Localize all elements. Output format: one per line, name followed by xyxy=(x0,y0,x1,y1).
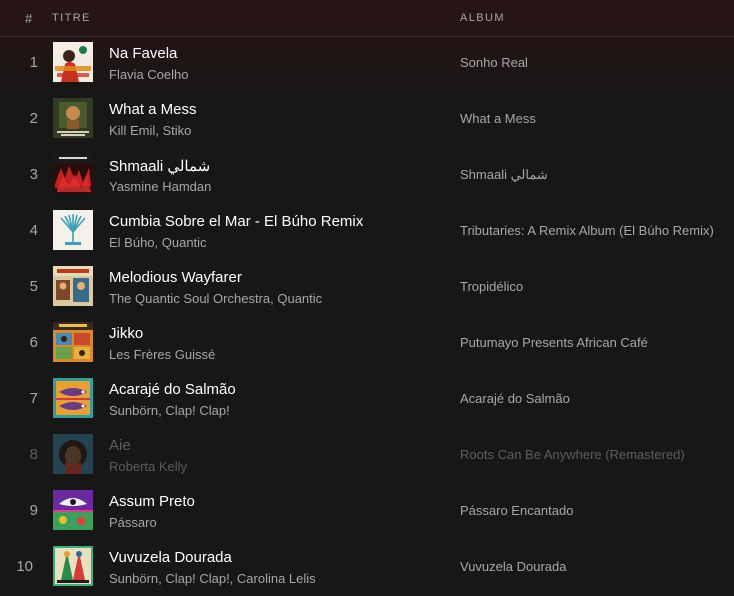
track-title[interactable]: Vuvuzela Dourada xyxy=(109,549,232,566)
track-album[interactable]: Tropidélico xyxy=(460,279,722,294)
track-row[interactable]: 1 Na Favela Flavia Coelho Sonho Real xyxy=(0,34,734,90)
track-artist[interactable]: Flavia Coelho xyxy=(109,67,189,82)
column-header-album[interactable]: ALBUM xyxy=(460,12,505,24)
album-cover-vuvuzela xyxy=(53,546,93,586)
track-row[interactable]: 5 Melodious Wayfarer The Quantic Soul Or… xyxy=(0,258,734,314)
track-album[interactable]: Acarajé do Salmão xyxy=(460,391,722,406)
tracklist: 1 Na Favela Flavia Coelho Sonho Real 2 W… xyxy=(0,34,734,594)
track-number: 8 xyxy=(29,446,38,463)
album-cover-passaro xyxy=(53,490,93,530)
track-row[interactable]: 8 Aie Roberta Kelly Roots Can Be Anywher… xyxy=(0,426,734,482)
track-title[interactable]: Shmaali شمالي xyxy=(109,157,210,175)
track-artist[interactable]: Sunbörn, Clap! Clap! xyxy=(109,403,230,418)
track-album[interactable]: Pássaro Encantado xyxy=(460,503,722,518)
track-number: 3 xyxy=(29,166,38,183)
album-cover-tributaries xyxy=(53,210,93,250)
album-cover-sonho-real xyxy=(53,42,93,82)
track-artist[interactable]: Les Frères Guissé xyxy=(109,347,215,362)
track-title[interactable]: Acarajé do Salmão xyxy=(109,381,236,398)
track-title[interactable]: Cumbia Sobre el Mar - El Búho Remix xyxy=(109,213,363,230)
track-number: 7 xyxy=(29,390,38,407)
album-cover-tropidelico xyxy=(53,266,93,306)
track-number: 6 xyxy=(29,334,38,351)
track-number: 9 xyxy=(29,502,38,519)
album-cover-shmaali xyxy=(53,154,93,194)
track-title[interactable]: Aie xyxy=(109,437,131,454)
track-artist[interactable]: The Quantic Soul Orchestra, Quantic xyxy=(109,291,322,306)
track-album[interactable]: Sonho Real xyxy=(460,55,722,70)
album-cover-acaraje xyxy=(53,378,93,418)
track-artist[interactable]: Pássaro xyxy=(109,515,157,530)
track-title[interactable]: Jikko xyxy=(109,325,143,342)
track-album[interactable]: Tributaries: A Remix Album (El Búho Remi… xyxy=(460,223,722,238)
track-number: 2 xyxy=(29,110,38,127)
track-title[interactable]: Na Favela xyxy=(109,45,177,62)
track-row[interactable]: 9 Assum Preto Pássaro Pássaro Encantado xyxy=(0,482,734,538)
track-album[interactable]: Putumayo Presents African Café xyxy=(460,335,722,350)
track-title[interactable]: What a Mess xyxy=(109,101,197,118)
track-row[interactable]: 4 Cumbia Sobre el Mar - El Búho Remix El… xyxy=(0,202,734,258)
column-header-title[interactable]: TITRE xyxy=(52,12,91,24)
track-row[interactable]: 2 What a Mess Kill Emil, Stiko What a Me… xyxy=(0,90,734,146)
track-album[interactable]: Shmaali شمالي xyxy=(460,167,722,183)
track-row[interactable]: 10 Vuvuzela Dourada Sunbörn, Clap! Clap!… xyxy=(0,538,734,594)
track-number: 4 xyxy=(29,222,38,239)
track-number: 1 xyxy=(29,54,38,71)
track-artist[interactable]: Kill Emil, Stiko xyxy=(109,123,191,138)
track-artist[interactable]: El Búho, Quantic xyxy=(109,235,207,250)
track-album[interactable]: Roots Can Be Anywhere (Remastered) xyxy=(460,447,722,462)
track-number: 10 xyxy=(16,558,33,575)
track-artist[interactable]: Sunbörn, Clap! Clap!, Carolina Lelis xyxy=(109,571,316,586)
track-row[interactable]: 6 Jikko Les Frères Guissé Putumayo Prese… xyxy=(0,314,734,370)
track-row[interactable]: 7 Acarajé do Salmão Sunbörn, Clap! Clap!… xyxy=(0,370,734,426)
track-artist[interactable]: Yasmine Hamdan xyxy=(109,179,211,194)
album-cover-african-cafe xyxy=(53,322,93,362)
track-title[interactable]: Assum Preto xyxy=(109,493,195,510)
album-cover-roots xyxy=(53,434,93,474)
tracklist-header: # TITRE ALBUM xyxy=(0,0,734,37)
track-artist[interactable]: Roberta Kelly xyxy=(109,459,187,474)
album-cover-what-a-mess xyxy=(53,98,93,138)
track-album[interactable]: Vuvuzela Dourada xyxy=(460,559,722,574)
track-number: 5 xyxy=(29,278,38,295)
track-row[interactable]: 3 Shmaali شمالي Yasmine Hamdan Shmaali ش… xyxy=(0,146,734,202)
track-album[interactable]: What a Mess xyxy=(460,111,722,126)
track-title[interactable]: Melodious Wayfarer xyxy=(109,269,242,286)
column-header-number[interactable]: # xyxy=(25,11,32,26)
